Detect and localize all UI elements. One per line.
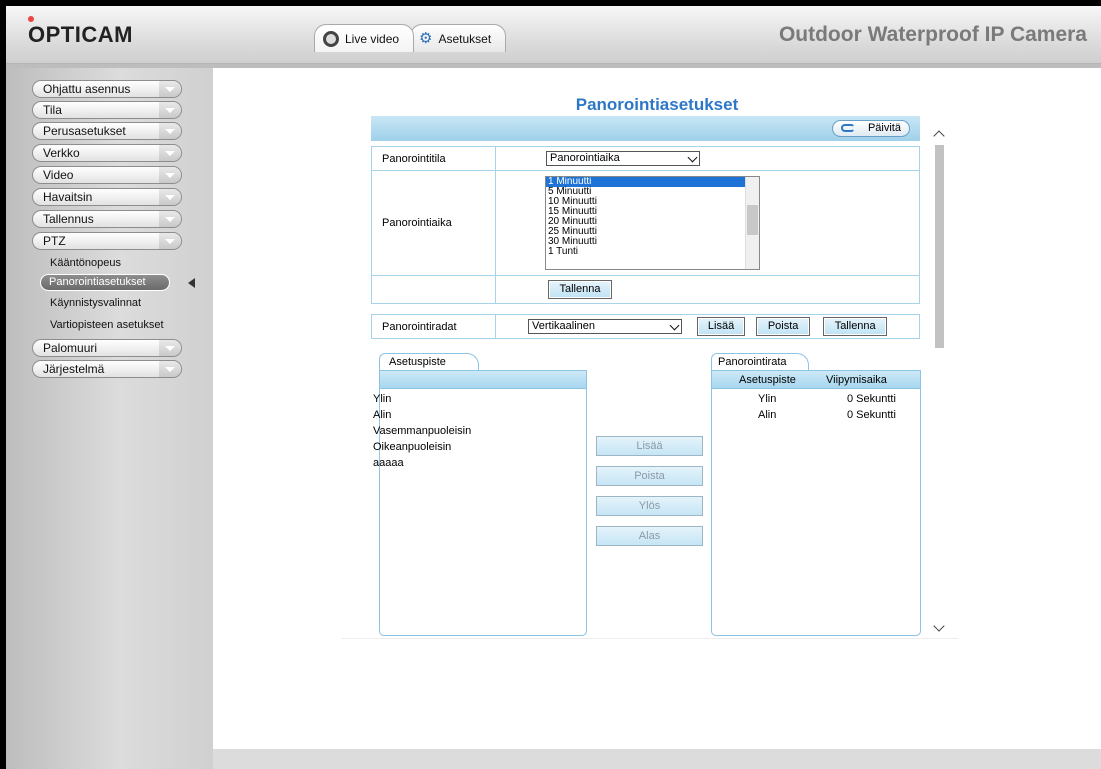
presets-header [380, 371, 586, 389]
sidebar-item-label: Video [43, 168, 74, 182]
sidebar-item-firewall[interactable]: Palomuuri [32, 339, 182, 357]
track-header: Asetuspiste Viipymisaika [712, 371, 920, 389]
tracks-form: Panorointiradat Vertikaalinen Lisää Pois… [371, 314, 920, 339]
sidebar-item-network[interactable]: Verkko [32, 144, 182, 162]
header: OPTICAM Live video ⚙ Asetukset Outdoor W… [6, 6, 1101, 64]
refresh-button[interactable]: Päivitä [832, 120, 910, 137]
active-pointer-icon [188, 278, 195, 288]
sidebar-item-label: PTZ [43, 234, 66, 248]
save-button[interactable]: Tallenna [548, 280, 612, 299]
chevron-down-icon [159, 167, 181, 183]
tab-settings-label: Asetukset [438, 31, 492, 46]
track-row-delay: 0 Sekuntti [847, 409, 896, 421]
chevron-down-icon [159, 189, 181, 205]
tab-live-video[interactable]: Live video [314, 24, 415, 52]
presets-panel: Ylin Alin Vasemmanpuoleisin Oikeanpuolei… [373, 370, 587, 636]
content-divider [341, 638, 958, 639]
sidebar-item-system[interactable]: Järjestelmä [32, 360, 182, 378]
top-tabs: Live video ⚙ Asetukset [314, 24, 507, 52]
scroll-down-icon[interactable] [933, 620, 945, 632]
chevron-down-icon [159, 233, 181, 249]
track-col-point: Asetuspiste [739, 374, 796, 386]
sidebar-subitem-patrol-point-settings[interactable]: Vartiopisteen asetukset [50, 319, 164, 331]
chevron-down-icon [159, 102, 181, 118]
sidebar-item-recording[interactable]: Tallennus [32, 210, 182, 228]
product-title: Outdoor Waterproof IP Camera [778, 23, 1087, 46]
page-title: Panorointiasetukset [575, 95, 739, 114]
track-row-delay: 0 Sekuntti [847, 393, 896, 405]
sidebar-subitem-pan-speed[interactable]: Kääntönopeus [50, 257, 121, 269]
settings-toolbar: Päivitä [371, 116, 920, 141]
chevron-down-icon [159, 145, 181, 161]
refresh-icon [841, 124, 855, 132]
sidebar-item-label: Tallennus [43, 212, 94, 226]
chevron-down-icon [159, 211, 181, 227]
chevron-down-icon [159, 123, 181, 139]
sidebar-subitem-startup-options[interactable]: Käynnistysvalinnat [50, 297, 141, 309]
main-footer [213, 749, 1101, 769]
sidebar-item-video[interactable]: Video [32, 166, 182, 184]
camera-icon [323, 30, 339, 47]
track-row-point[interactable]: Ylin [758, 393, 776, 405]
logo: OPTICAM [28, 22, 133, 47]
refresh-label: Päivitä [867, 122, 901, 134]
mode-label: Panorointitila [371, 146, 496, 171]
sidebar-item-detector[interactable]: Havaitsin [32, 188, 182, 206]
track-select[interactable]: Vertikaalinen [528, 319, 682, 334]
track-panel: Asetuspiste Viipymisaika Ylin 0 Sekuntti… [711, 370, 921, 636]
sidebar-item-label: Tila [43, 103, 62, 117]
tracks-label: Panorointiradat [371, 314, 496, 339]
move-up-button[interactable]: Ylös [596, 496, 703, 516]
add-preset-button[interactable]: Lisää [596, 436, 703, 456]
browser-frame: OPTICAM Live video ⚙ Asetukset Outdoor W… [6, 6, 1101, 769]
save-track-button[interactable]: Tallenna [823, 317, 888, 336]
panning-mode-select[interactable]: Panorointiaika [546, 151, 700, 166]
sidebar-subitem-panning-settings[interactable]: Panorointiasetukset [40, 274, 170, 291]
gear-icon: ⚙ [419, 30, 433, 47]
scroll-up-icon[interactable] [933, 130, 945, 142]
page-scroll-thumb[interactable] [935, 145, 944, 348]
chevron-down-icon [159, 81, 181, 97]
panning-time-listbox[interactable]: 1 Minuutti 5 Minuutti 10 Minuutti 15 Min… [545, 176, 760, 270]
sidebar-item-label: Havaitsin [43, 190, 93, 204]
listbox-option[interactable]: 1 Tunti [546, 247, 759, 257]
track-row-point[interactable]: Alin [758, 409, 776, 421]
delete-track-button[interactable]: Poista [756, 317, 811, 336]
sidebar-item-basic-settings[interactable]: Perusasetukset [32, 122, 182, 140]
presets-tab: Asetuspiste [379, 353, 479, 370]
chevron-down-icon [687, 152, 698, 163]
sidebar-item-label: Perusasetukset [43, 124, 126, 138]
chevron-down-icon [159, 361, 181, 377]
time-label: Panorointiaika [371, 170, 496, 276]
sidebar-item-ptz[interactable]: PTZ [32, 232, 182, 250]
page-scrollbar[interactable] [931, 118, 948, 638]
tab-settings[interactable]: ⚙ Asetukset [410, 24, 507, 52]
preset-item[interactable]: aaaaa [373, 457, 404, 469]
chevron-down-icon [669, 320, 680, 331]
preset-item[interactable]: Ylin [373, 393, 391, 405]
main-content: Panorointiasetukset Päivitä Panorointiti… [213, 68, 1101, 749]
listbox-scroll-thumb[interactable] [747, 205, 758, 235]
sidebar-item-label: Palomuuri [43, 341, 98, 355]
track-tab: Panorointirata [711, 353, 809, 370]
sidebar-item-setup-wizard[interactable]: Ohjattu asennus [32, 80, 182, 98]
sidebar-item-label: Järjestelmä [43, 362, 105, 376]
listbox-scrollbar[interactable] [745, 177, 759, 269]
preset-item[interactable]: Vasemmanpuoleisin [373, 425, 471, 437]
sidebar-item-status[interactable]: Tila [32, 101, 182, 119]
preset-item[interactable]: Oikeanpuoleisin [373, 441, 451, 453]
move-down-button[interactable]: Alas [596, 526, 703, 546]
add-track-button[interactable]: Lisää [697, 317, 746, 336]
tab-live-video-label: Live video [345, 31, 400, 46]
track-col-delay: Viipymisaika [826, 374, 887, 386]
remove-preset-button[interactable]: Poista [596, 466, 703, 486]
sidebar: Ohjattu asennus Tila Perusasetukset Verk… [6, 68, 213, 769]
chevron-down-icon [159, 340, 181, 356]
sidebar-item-label: Ohjattu asennus [43, 82, 131, 96]
panning-mode-value: Panorointiaika [550, 152, 620, 164]
sidebar-item-label: Verkko [43, 146, 80, 160]
preset-item[interactable]: Alin [373, 409, 391, 421]
track-value: Vertikaalinen [532, 320, 595, 332]
